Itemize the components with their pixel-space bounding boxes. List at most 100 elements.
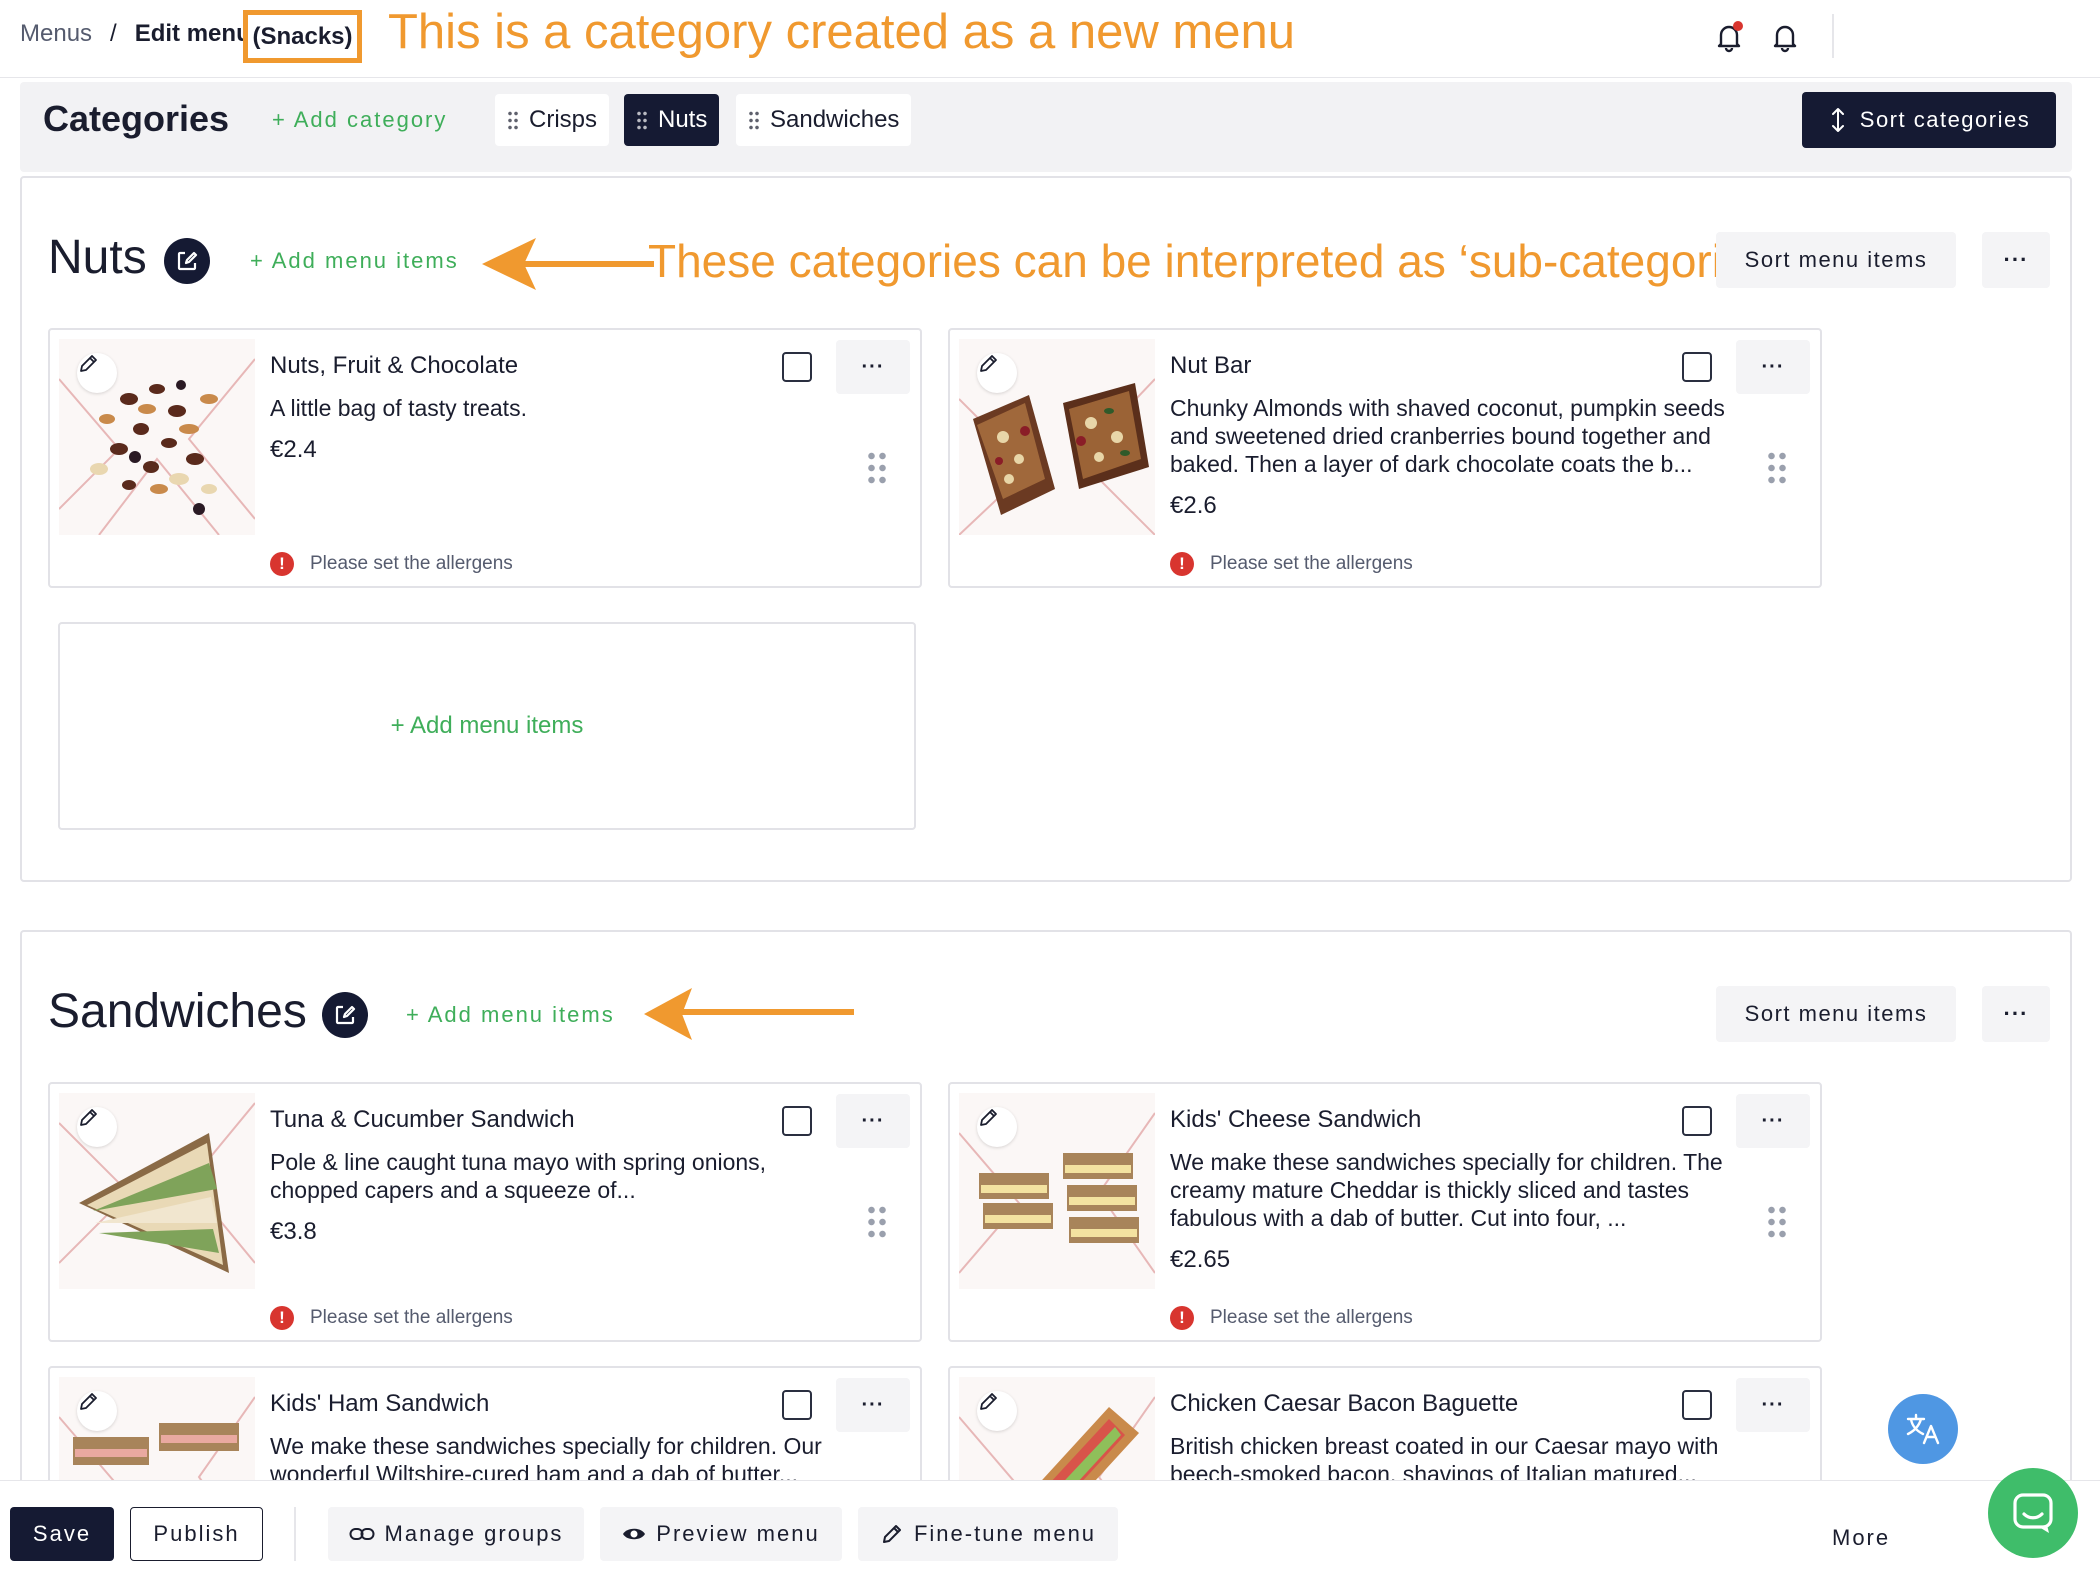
category-chip-label: Sandwiches (770, 106, 900, 133)
breadcrumb-current: Edit menu (134, 20, 251, 47)
item-name: Kids' Cheese Sandwich (1170, 1106, 1422, 1133)
bottom-action-bar: Save Publish Manage groups Preview menu … (0, 1480, 2100, 1578)
section-title: Sandwiches (48, 985, 307, 1038)
drag-handle-icon[interactable] (1766, 450, 1788, 486)
drag-grip-icon[interactable] (748, 110, 760, 130)
warning-icon: ! (1170, 552, 1194, 576)
category-chip-nuts[interactable]: Nuts (624, 94, 720, 146)
breadcrumb-separator: / (110, 20, 117, 47)
item-name: Nuts, Fruit & Chocolate (270, 352, 519, 379)
sort-categories-button[interactable]: Sort categories (1802, 92, 2056, 148)
annotation-new-menu: This is a category created as a new menu (388, 5, 1295, 59)
allergen-warning: ! Please set the allergens (1170, 1306, 1413, 1330)
item-price: €2.6 (1170, 492, 1217, 519)
item-more-button[interactable]: ··· (836, 1094, 910, 1148)
add-menu-items-link[interactable]: + Add menu items (250, 248, 459, 274)
item-description: We make these sandwiches specially for c… (1170, 1149, 1723, 1231)
menu-item-card[interactable]: Nut Bar Chunky Almonds with shaved cocon… (948, 328, 1822, 588)
drag-grip-icon[interactable] (507, 110, 519, 130)
allergen-warning-text[interactable]: Please set the allergens (310, 1307, 513, 1329)
item-select-checkbox[interactable] (1682, 1390, 1712, 1420)
categories-title: Categories (43, 98, 230, 139)
item-price: €3.8 (270, 1218, 317, 1245)
breadcrumb-menus-link[interactable]: Menus (20, 20, 92, 48)
menu-item-card[interactable]: Kids' Cheese Sandwich We make these sand… (948, 1082, 1822, 1342)
edit-category-icon[interactable] (322, 992, 368, 1038)
item-more-button[interactable]: ··· (836, 340, 910, 394)
category-chip-sandwiches[interactable]: Sandwiches (736, 94, 912, 146)
fine-tune-menu-label: Fine-tune menu (913, 1521, 1097, 1546)
menu-item-card[interactable]: Nuts, Fruit & Chocolate A little bag of … (48, 328, 922, 588)
edit-pencil-icon[interactable] (977, 1107, 1017, 1147)
section-more-button[interactable]: ··· (1982, 232, 2050, 288)
annotation-arrow (644, 988, 854, 1040)
publish-button[interactable]: Publish (130, 1507, 263, 1561)
menu-item-card[interactable]: Tuna & Cucumber Sandwich Pole & line cau… (48, 1082, 922, 1342)
category-section-nuts: Nuts + Add menu items These categories c… (20, 176, 2072, 882)
allergen-warning-text[interactable]: Please set the allergens (1210, 1307, 1413, 1329)
allergen-warning: ! Please set the allergens (1170, 552, 1413, 576)
preview-menu-button[interactable]: Preview menu (600, 1507, 842, 1561)
allergen-warning-text[interactable]: Please set the allergens (310, 553, 513, 575)
drag-grip-icon[interactable] (636, 110, 648, 130)
item-select-checkbox[interactable] (1682, 1106, 1712, 1136)
drag-handle-icon[interactable] (866, 1204, 888, 1240)
drag-handle-icon[interactable] (1766, 1204, 1788, 1240)
sort-menu-items-button[interactable]: Sort menu items (1716, 232, 1956, 288)
bottom-divider (294, 1507, 296, 1561)
item-more-button[interactable]: ··· (1736, 340, 1810, 394)
translate-icon[interactable] (1888, 1394, 1958, 1464)
allergen-warning: ! Please set the allergens (270, 552, 513, 576)
add-menu-items-link[interactable]: + Add menu items (406, 1002, 615, 1028)
top-bar: Menus / Edit menu (Snacks) This is a cat… (0, 0, 2100, 78)
item-name: Kids' Ham Sandwich (270, 1390, 490, 1417)
edit-pencil-icon[interactable] (977, 353, 1017, 393)
sort-menu-items-button[interactable]: Sort menu items (1716, 986, 1956, 1042)
item-more-button[interactable]: ··· (1736, 1094, 1810, 1148)
breadcrumb: Menus / Edit menu (20, 20, 251, 48)
item-description: Pole & line caught tuna mayo with spring… (270, 1149, 767, 1203)
item-price: €2.4 (270, 436, 317, 463)
item-select-checkbox[interactable] (782, 1390, 812, 1420)
chat-icon[interactable] (1988, 1468, 2078, 1558)
category-chip-crisps[interactable]: Crisps (495, 94, 610, 146)
edit-pencil-icon[interactable] (77, 353, 117, 393)
item-select-checkbox[interactable] (1682, 352, 1712, 382)
fine-tune-menu-button[interactable]: Fine-tune menu (858, 1507, 1118, 1561)
drag-handle-icon[interactable] (866, 450, 888, 486)
category-section-sandwiches: Sandwiches + Add menu items Sort menu it… (20, 930, 2072, 1578)
link-icon (349, 1528, 375, 1540)
bell-alert-icon[interactable] (1712, 20, 1746, 54)
item-name: Tuna & Cucumber Sandwich (270, 1106, 575, 1133)
save-button[interactable]: Save (10, 1507, 114, 1561)
sort-arrows-icon (1831, 108, 1844, 132)
add-menu-items-box[interactable]: + Add menu items (58, 622, 916, 830)
item-more-button[interactable]: ··· (1736, 1378, 1810, 1432)
item-image (959, 339, 1155, 535)
allergen-warning-text[interactable]: Please set the allergens (1210, 553, 1413, 575)
edit-pencil-icon[interactable] (77, 1391, 117, 1431)
manage-groups-label: Manage groups (384, 1521, 564, 1546)
categories-bar: Categories + Add category Crisps Nuts Sa… (20, 82, 2072, 172)
bell-icon[interactable] (1768, 20, 1802, 54)
warning-icon: ! (1170, 1306, 1194, 1330)
category-chip-label: Nuts (658, 106, 708, 133)
item-name: Chicken Caesar Bacon Baguette (1170, 1390, 1519, 1417)
top-divider (1832, 14, 1834, 58)
item-description: A little bag of tasty treats. (270, 395, 527, 421)
sort-categories-label: Sort categories (1859, 107, 2031, 132)
manage-groups-button[interactable]: Manage groups (328, 1507, 584, 1561)
eye-icon (623, 1528, 646, 1540)
add-category-button[interactable]: + Add category (272, 107, 447, 133)
edit-pencil-icon[interactable] (77, 1107, 117, 1147)
section-title: Nuts (48, 231, 147, 284)
annotation-arrow (482, 238, 654, 290)
edit-pencil-icon[interactable] (977, 1391, 1017, 1431)
edit-category-icon[interactable] (164, 238, 210, 284)
section-more-button[interactable]: ··· (1982, 986, 2050, 1042)
item-select-checkbox[interactable] (782, 1106, 812, 1136)
item-select-checkbox[interactable] (782, 352, 812, 382)
item-more-button[interactable]: ··· (836, 1378, 910, 1432)
more-button[interactable]: More (1832, 1525, 1890, 1551)
warning-icon: ! (270, 1306, 294, 1330)
